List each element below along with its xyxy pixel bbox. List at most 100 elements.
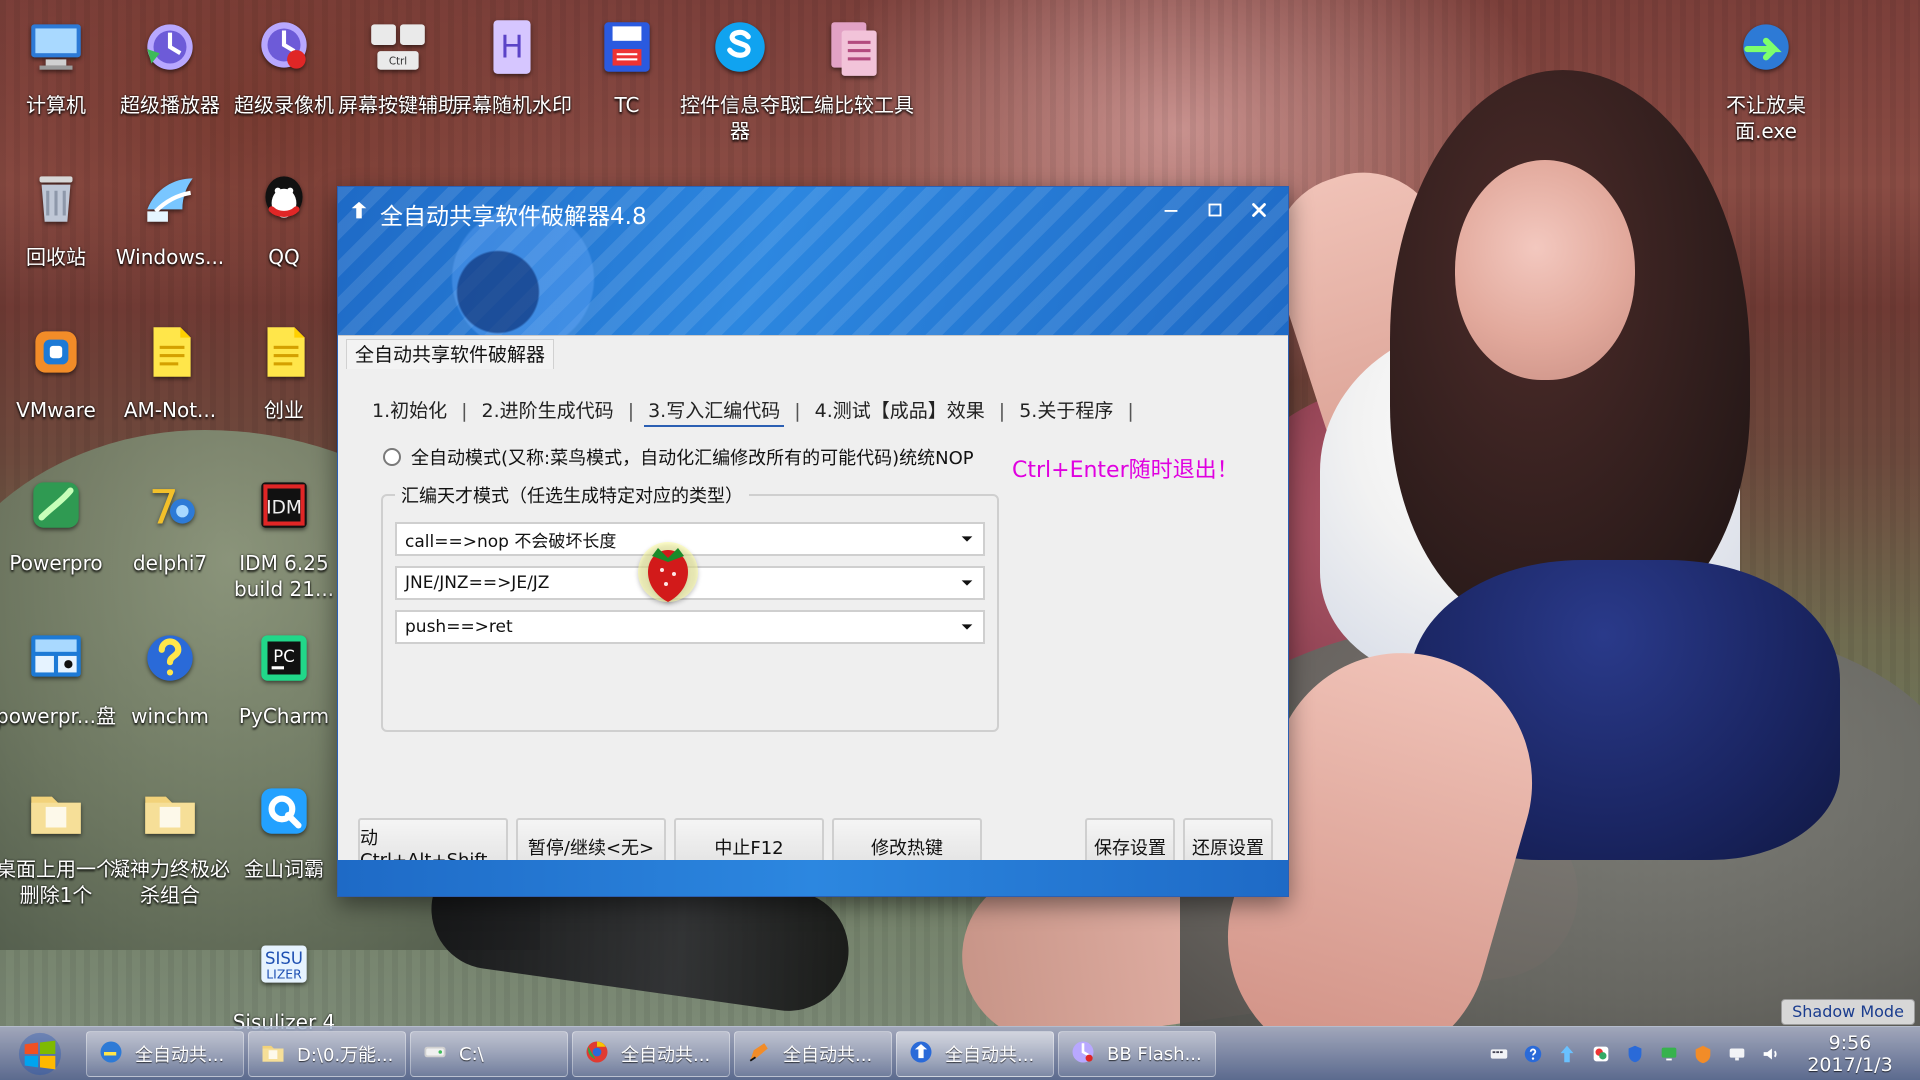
- tab-write-asm[interactable]: 3.写入汇编代码: [644, 394, 785, 427]
- desktop-icon-item[interactable]: H 屏幕随机水印: [452, 14, 572, 118]
- green-display-icon[interactable]: [1658, 1043, 1680, 1065]
- shadow-mode-label[interactable]: Shadow Mode: [1781, 999, 1915, 1025]
- desktop-icon-vmware[interactable]: VMware: [0, 319, 116, 423]
- tab-advanced[interactable]: 2.进阶生成代码: [478, 394, 618, 427]
- delphi-icon: 7: [137, 472, 203, 542]
- desktop-icon-label: 汇编比较工具: [794, 93, 914, 117]
- tab-test[interactable]: 4.测试【成品】效果: [811, 394, 989, 427]
- taskbar-item[interactable]: D:\0.万能...: [248, 1031, 406, 1077]
- desktop-icon-item[interactable]: 超级录像机: [224, 14, 344, 118]
- computer-icon: [23, 14, 89, 84]
- desktop-icon-powerpr[interactable]: powerpr...盘: [0, 625, 116, 729]
- start-button[interactable]: [8, 1031, 72, 1077]
- desktop-icon-am-not[interactable]: AM-Not...: [110, 319, 230, 423]
- maximize-icon: [1208, 203, 1222, 217]
- desktop-icon-item[interactable]: 超级播放器: [110, 14, 230, 118]
- tab-header[interactable]: 全自动共享软件破解器: [346, 339, 555, 369]
- desktop-icon-label: Windows...: [115, 245, 225, 269]
- svg-text:H: H: [500, 29, 523, 65]
- desktop-icon-qq[interactable]: QQ: [224, 166, 344, 270]
- desktop-icon-label: VMware: [16, 398, 96, 422]
- desktop-icon-label: 屏幕随机水印: [452, 93, 572, 117]
- shield-icon[interactable]: [1624, 1043, 1646, 1065]
- taskbar-item[interactable]: 全自动共...: [734, 1031, 892, 1077]
- desktop-icon-delphi7[interactable]: 7 delphi7: [110, 472, 230, 576]
- svg-text:LIZER: LIZER: [266, 967, 302, 981]
- desktop-icon-item[interactable]: 控件信息夺取器: [680, 14, 800, 144]
- taskbar: 全自动共... D:\0.万能... C:\ 全自动共... 全自动共... 全自动共..…: [0, 1026, 1920, 1080]
- keyboard-icon[interactable]: [1488, 1043, 1510, 1065]
- desktop-icon-windows[interactable]: Windows...: [110, 166, 230, 270]
- desktop-icon-item[interactable]: 创业: [224, 319, 344, 423]
- upload-icon[interactable]: [1556, 1043, 1578, 1065]
- desktop-icon-item[interactable]: 计算机: [0, 14, 116, 118]
- window-footer: [338, 860, 1288, 896]
- auto-mode-radio[interactable]: [383, 448, 401, 466]
- title-bar[interactable]: 全自动共享软件破解器4.8: [348, 197, 647, 231]
- tab-separator: |: [627, 399, 635, 422]
- desktop-icon-item[interactable]: 汇编比较工具: [794, 14, 914, 118]
- desktop-icon-1[interactable]: 桌面上用一个删除1个: [0, 778, 116, 908]
- taskbar-item[interactable]: 全自动共...: [86, 1031, 244, 1077]
- desktop-icon-label: IDM 6.25 build 21...: [233, 551, 335, 601]
- desktop-icon-sisulizer-4[interactable]: SISU LIZER Sisulizer 4: [224, 931, 344, 1035]
- desktop-icon-item[interactable]: 凝神力终极必杀组合: [110, 778, 230, 908]
- desktop-icon-tc[interactable]: TC: [567, 14, 687, 118]
- desktop-icon-label: PyCharm: [238, 704, 330, 728]
- desktop-icon-winchm[interactable]: winchm: [110, 625, 230, 729]
- chevron-down-icon: [961, 580, 973, 586]
- taskbar-item-label: 全自动共...: [783, 1045, 873, 1066]
- desktop-icon-item[interactable]: 回收站: [0, 166, 116, 270]
- desktop-icon-idm-6-25-build-21[interactable]: IDM IDM 6.25 build 21...: [224, 472, 344, 602]
- call-nop-value: call==>nop 不会破坏长度: [405, 531, 617, 552]
- chrome-icon: [583, 1038, 611, 1071]
- taskbar-items: 全自动共... D:\0.万能... C:\ 全自动共... 全自动共... 全自动共..…: [86, 1031, 1216, 1077]
- taskbar-item[interactable]: C:\: [410, 1031, 568, 1077]
- desktop-icon-label: 回收站: [26, 245, 86, 269]
- close-button[interactable]: [1240, 193, 1278, 227]
- help-icon[interactable]: [1522, 1043, 1544, 1065]
- volume-icon[interactable]: [1760, 1043, 1782, 1065]
- desktop-icon-label: 超级录像机: [234, 93, 334, 117]
- security-icon[interactable]: [1692, 1043, 1714, 1065]
- maximize-button[interactable]: [1196, 193, 1234, 227]
- folder-icon: [23, 778, 89, 848]
- desktop-icon-item[interactable]: 金山词霸: [224, 778, 344, 882]
- window-client: 全自动共享软件破解器 1.初始化 | 2.进阶生成代码 | 3.写入汇编代码 |…: [338, 335, 1288, 876]
- taskbar-item-label: 全自动共...: [621, 1045, 711, 1066]
- windows-live-icon: [137, 166, 203, 236]
- strawberry-cursor-icon: [638, 542, 698, 602]
- jne-je-value: JNE/JNZ==>JE/JZ: [405, 573, 550, 593]
- taskbar-item[interactable]: 全自动共...: [896, 1031, 1054, 1077]
- network-icon[interactable]: [1726, 1043, 1748, 1065]
- desktop-icon-exe[interactable]: 不让放桌面.exe: [1706, 14, 1826, 144]
- genius-mode-group: 汇编天才模式（任选生成特定对应的类型） call==>nop 不会破坏长度 JN…: [381, 482, 999, 732]
- auto-mode-option[interactable]: 全自动模式(又称:菜鸟模式，自动化汇编修改所有的可能代码)统统NOP: [383, 444, 974, 470]
- tab-separator: |: [461, 399, 468, 422]
- save-disk-icon: [594, 14, 660, 84]
- push-ret-dropdown[interactable]: push==>ret: [395, 610, 985, 644]
- desktop-icon-pycharm[interactable]: PC PyCharm: [224, 625, 344, 729]
- desktop-icon-label: 桌面上用一个删除1个: [0, 857, 116, 907]
- desktop-icon-item[interactable]: Ctrl 屏幕按键辅助: [338, 14, 458, 118]
- clock[interactable]: 9:56 2017/1/3: [1794, 1032, 1906, 1076]
- watermark-icon: H: [479, 14, 545, 84]
- vmware-icon: [23, 319, 89, 389]
- dict-icon: [251, 778, 317, 848]
- cracker-window[interactable]: 全自动共享软件破解器4.8 全自动共享软件破解器 1.初始化 | 2.进阶生成代…: [337, 186, 1289, 897]
- taskbar-item-label: C:\: [459, 1043, 484, 1065]
- taskbar-item[interactable]: BB Flash...: [1058, 1031, 1216, 1077]
- desktop-icon-label: Powerpro: [9, 551, 103, 575]
- tab-init[interactable]: 1.初始化: [368, 394, 451, 427]
- desktop-icon-label: 计算机: [26, 93, 86, 117]
- tab-separator: |: [1127, 399, 1134, 422]
- app-icon: [348, 200, 370, 228]
- tab-about[interactable]: 5.关于程序: [1015, 394, 1117, 427]
- desktop-icon-powerpro[interactable]: Powerpro: [0, 472, 116, 576]
- desktop-icon-label: QQ: [268, 245, 300, 269]
- taskbar-item[interactable]: 全自动共...: [572, 1031, 730, 1077]
- minimize-button[interactable]: [1152, 193, 1190, 227]
- recycle-icon: [23, 166, 89, 236]
- taskbar-item-label: D:\0.万能...: [297, 1045, 394, 1066]
- colorful-app-icon[interactable]: [1590, 1043, 1612, 1065]
